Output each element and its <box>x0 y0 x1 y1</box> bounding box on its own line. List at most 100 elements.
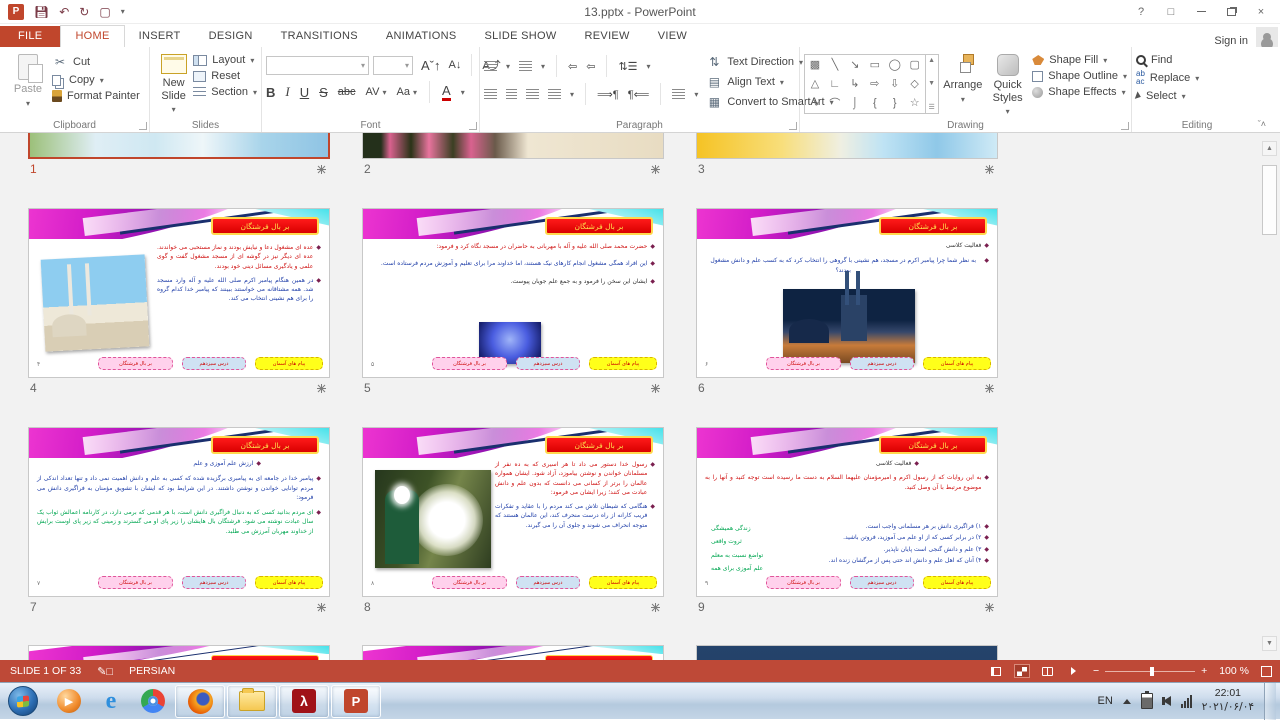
tab-animations[interactable]: ANIMATIONS <box>372 26 471 47</box>
acrobat-taskbar-button[interactable]: λ <box>279 685 329 718</box>
zoom-in-button[interactable]: + <box>1201 665 1207 677</box>
zoom-level[interactable]: 100 % <box>1219 665 1249 677</box>
reading-view-button[interactable] <box>1041 665 1055 677</box>
scroll-down-button[interactable]: ▼ <box>1262 636 1277 651</box>
rtl-direction-button[interactable]: ¶⟸ <box>628 88 650 101</box>
zoom-out-button[interactable]: − <box>1093 665 1099 677</box>
shape-outline-button[interactable]: Shape Outline ▾ <box>1032 70 1127 82</box>
decrease-indent-button[interactable]: ⇦ <box>568 60 577 73</box>
nav-button-payamhaye-asman[interactable]: پیام های آسمان <box>255 357 323 370</box>
normal-view-button[interactable] <box>989 665 1003 677</box>
tab-transitions[interactable]: TRANSITIONS <box>267 26 372 47</box>
reset-button[interactable]: Reset <box>193 70 257 82</box>
bullets-button[interactable] <box>484 61 497 71</box>
format-painter-button[interactable]: Format Painter <box>52 90 140 102</box>
quick-styles-button[interactable]: Quick Styles▾ <box>987 50 1028 118</box>
help-button[interactable]: ? <box>1128 3 1154 21</box>
strikethrough-button[interactable]: S <box>319 85 328 100</box>
ltr-direction-button[interactable]: ⟹¶ <box>597 88 619 101</box>
save-icon[interactable]: 💾︎ <box>34 5 49 19</box>
nav-button-lesson-13[interactable]: درس سیزدهم <box>850 576 914 589</box>
align-left-button[interactable] <box>484 89 497 99</box>
copy-button[interactable]: Copy ▾ <box>52 74 140 86</box>
chrome-taskbar-icon[interactable] <box>138 686 168 716</box>
nav-button-payamhaye-asman[interactable]: پیام های آسمان <box>923 576 991 589</box>
increase-indent-button[interactable]: ⇦ <box>586 60 595 73</box>
decrease-font-size-button[interactable]: A↓ <box>449 59 462 71</box>
zoom-slider-thumb[interactable] <box>1150 667 1154 676</box>
minimize-button[interactable] <box>1188 3 1214 21</box>
slide-thumbnail-7[interactable]: بر بال فرشتگان ◆ارزش علم آموزی و علم ◆پی… <box>28 427 330 617</box>
layout-button[interactable]: Layout ▾ <box>193 54 257 66</box>
nav-button-payamhaye-asman[interactable]: پیام های آسمان <box>589 357 657 370</box>
sorter-scrollbar[interactable]: ▲ ▼ <box>1262 141 1277 651</box>
character-spacing-button[interactable]: AV ▾ <box>366 86 387 98</box>
paste-button[interactable]: Paste▾ <box>4 50 52 118</box>
nav-button-lesson-title[interactable]: بر بال فرشتگان <box>98 576 173 589</box>
nav-button-payamhaye-asman[interactable]: پیام های آسمان <box>255 576 323 589</box>
align-right-button[interactable] <box>526 89 539 99</box>
speaker-icon[interactable] <box>1163 696 1171 706</box>
redo-icon[interactable]: ↻ <box>79 5 89 19</box>
nav-button-lesson-13[interactable]: درس سیزدهم <box>516 576 580 589</box>
scrollbar-thumb[interactable] <box>1262 165 1277 235</box>
battery-icon[interactable] <box>1141 693 1153 709</box>
customize-qat-icon[interactable]: ▾ <box>121 7 125 16</box>
nav-button-lesson-title[interactable]: بر بال فرشتگان <box>432 576 507 589</box>
line-spacing-button[interactable]: ⇅☰ <box>618 60 637 73</box>
slide-thumbnail-10[interactable] <box>28 645 330 660</box>
slide-thumbnail-5[interactable]: بر بال فرشتگان ◆حضرت محمد صلی الله علیه … <box>362 208 664 398</box>
increase-font-size-button[interactable]: Aˇ↑ <box>421 58 441 73</box>
shape-effects-button[interactable]: Shape Effects ▾ <box>1032 86 1127 98</box>
tab-view[interactable]: VIEW <box>644 26 701 47</box>
nav-button-payamhaye-asman[interactable]: پیام های آسمان <box>589 576 657 589</box>
collapse-ribbon-button[interactable]: ˇ˄ <box>1258 119 1266 129</box>
select-button[interactable]: Select ▾ <box>1136 90 1199 102</box>
clock[interactable]: 22:01 ۲۰۲۱/۰۶/۰۴ <box>1202 687 1254 714</box>
slide-thumbnail-8[interactable]: بر بال فرشتگان ◆رسول خدا دستور می داد تا… <box>362 427 664 617</box>
tab-slide-show[interactable]: SLIDE SHOW <box>470 26 570 47</box>
bold-button[interactable]: B <box>266 85 275 100</box>
text-shadow-button[interactable]: abc <box>338 86 356 98</box>
find-button[interactable]: Find <box>1136 54 1199 66</box>
nav-button-lesson-13[interactable]: درس سیزدهم <box>850 357 914 370</box>
nav-button-lesson-13[interactable]: درس سیزدهم <box>516 357 580 370</box>
slide-thumbnail-12[interactable] <box>696 645 998 660</box>
nav-button-lesson-title[interactable]: بر بال فرشتگان <box>766 576 841 589</box>
nav-button-lesson-title[interactable]: بر بال فرشتگان <box>98 357 173 370</box>
cut-button[interactable]: ✂Cut <box>52 54 140 70</box>
slide-sorter-view-button[interactable] <box>1015 665 1029 677</box>
nav-button-lesson-title[interactable]: بر بال فرشتگان <box>432 357 507 370</box>
align-center-button[interactable] <box>506 89 517 99</box>
undo-icon[interactable]: ↶ <box>59 5 69 19</box>
shape-fill-button[interactable]: Shape Fill ▾ <box>1032 54 1127 66</box>
nav-button-lesson-13[interactable]: درس سیزدهم <box>182 576 246 589</box>
font-dialog-launcher[interactable] <box>469 122 477 130</box>
sign-in-link[interactable]: Sign in <box>1214 35 1256 47</box>
drawing-dialog-launcher[interactable] <box>1121 122 1129 130</box>
font-color-dropdown[interactable]: ▾ <box>461 88 465 97</box>
zoom-slider[interactable] <box>1105 671 1195 672</box>
account-avatar[interactable] <box>1256 27 1278 47</box>
firefox-taskbar-button[interactable] <box>175 685 225 718</box>
internet-explorer-taskbar-icon[interactable]: e <box>96 686 126 716</box>
powerpoint-taskbar-button[interactable]: P <box>331 685 381 718</box>
explorer-taskbar-button[interactable] <box>227 685 277 718</box>
clipboard-dialog-launcher[interactable] <box>139 122 147 130</box>
language-indicator[interactable]: PERSIAN <box>129 665 175 677</box>
font-name-select[interactable]: ▾ <box>266 56 369 75</box>
arrange-button[interactable]: Arrange▾ <box>939 50 987 118</box>
replace-button[interactable]: abacReplace ▾ <box>1136 70 1199 86</box>
language-indicator-tray[interactable]: EN <box>1098 695 1113 707</box>
tab-file[interactable]: FILE <box>0 26 60 47</box>
paragraph-dialog-launcher[interactable] <box>789 122 797 130</box>
new-slide-button[interactable]: New Slide▾ <box>154 50 193 118</box>
network-signal-icon[interactable] <box>1181 695 1192 708</box>
scroll-up-button[interactable]: ▲ <box>1262 141 1277 156</box>
italic-button[interactable]: I <box>285 84 289 100</box>
shapes-gallery[interactable]: ▩╲↘▭◯▢ △∟↳⇨⇩◇ ∿⌒⌡{}☆ ▲▼☰ <box>804 54 939 114</box>
slide-show-button[interactable] <box>1067 665 1081 677</box>
slide-thumbnail-4[interactable]: بر بال فرشتگان ◆عده ای مشغول دعا و نیایش… <box>28 208 330 398</box>
ribbon-display-options-button[interactable]: □ <box>1158 3 1184 21</box>
underline-button[interactable]: U <box>300 85 309 100</box>
